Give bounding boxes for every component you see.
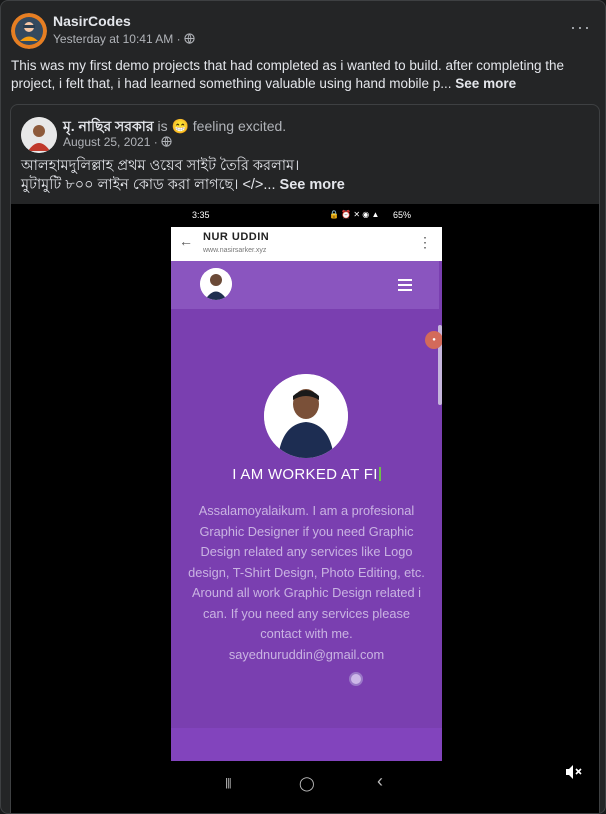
hero-email[interactable]: sayednuruddin@gmail.com — [181, 645, 432, 666]
browser-menu-icon[interactable]: ⋮ — [418, 234, 432, 251]
shared-feeling: feeling excited. — [192, 118, 287, 134]
website-content: ● I AM WORKED AT FI Assalamoyalaikum. I … — [171, 261, 442, 761]
post-timestamp[interactable]: Yesterday at 10:41 AM — [53, 32, 173, 46]
floating-bubble-icon[interactable]: ● — [425, 331, 442, 349]
shared-post[interactable]: মৃ. নাছির সরকার is 😁 feeling excited. Au… — [10, 104, 600, 813]
post-card: NasirCodes Yesterday at 10:41 AM · ··· T… — [0, 0, 606, 814]
globe-icon — [184, 33, 195, 44]
shared-author-name[interactable]: মৃ. নাছির সরকার — [63, 118, 154, 134]
browser-title: NUR UDDIN — [203, 231, 270, 243]
shared-header: মৃ. নাছির সরকার is 😁 feeling excited. Au… — [21, 113, 581, 153]
post-header: NasirCodes Yesterday at 10:41 AM · ··· — [11, 11, 591, 51]
shared-author-avatar[interactable] — [21, 117, 57, 153]
phone-status-bar: 3:35 🔒 ⏰ ✕ ◉ ▲ 65% — [171, 210, 442, 226]
hamburger-menu-icon[interactable] — [398, 279, 412, 291]
hero-description: Assalamoyalaikum. I am a profesional Gra… — [181, 501, 432, 665]
shared-meta: August 25, 2021 · — [63, 135, 172, 149]
status-time: 3:35 — [192, 210, 210, 220]
author-name[interactable]: NasirCodes — [53, 13, 131, 29]
meta-separator: · — [176, 32, 181, 46]
hero-profile-photo — [264, 374, 348, 458]
hero-title: I AM WORKED AT FI — [171, 466, 442, 483]
post-more-button[interactable]: ··· — [570, 17, 591, 38]
site-logo-avatar[interactable] — [200, 268, 232, 300]
see-more-link[interactable]: See more — [455, 76, 516, 91]
nav-back-icon[interactable]: ‹ — [377, 771, 383, 792]
post-meta: Yesterday at 10:41 AM · — [53, 32, 195, 46]
speaker-muted-icon[interactable] — [565, 764, 583, 784]
phone-nav-bar: ||| ◯ ‹ — [171, 761, 442, 813]
shared-line-1: আলহামদুলিল্লাহ প্রথম ওয়েব সাইট তৈরি করল… — [21, 158, 300, 174]
hero-title-text: I AM WORKED AT FI — [232, 466, 378, 483]
shared-line-2-wrap: মুটামুটি ৮০০ লাইন কোড করা লাগছে। </>... … — [21, 176, 581, 195]
site-navbar — [171, 261, 439, 309]
battery-level: 65% — [393, 210, 412, 220]
shared-line-2: মুটামুটি ৮০০ লাইন কোড করা লাগছে। </>... — [21, 177, 276, 193]
home-icon[interactable]: ◯ — [299, 775, 315, 792]
browser-url: www.nasirsarker.xyz — [203, 247, 267, 254]
browser-bar: ← NUR UDDIN www.nasirsarker.xyz ⋮ — [171, 227, 442, 261]
status-icons: 🔒 ⏰ ✕ ◉ ▲ — [329, 210, 380, 219]
shared-date[interactable]: August 25, 2021 — [63, 135, 150, 149]
hero-desc-text: Assalamoyalaikum. I am a profesional Gra… — [188, 503, 425, 641]
browser-back-icon[interactable]: ← — [179, 233, 193, 249]
recent-apps-icon[interactable]: ||| — [225, 777, 232, 789]
shared-see-more-link[interactable]: See more — [280, 177, 345, 193]
shared-is: is — [157, 118, 168, 134]
shared-text: আলহামদুলিল্লাহ প্রথম ওয়েব সাইট তৈরি করল… — [21, 157, 581, 195]
typing-cursor — [378, 467, 381, 481]
globe-icon — [161, 136, 172, 147]
site-footer — [171, 728, 442, 761]
post-text: This was my first demo projects that had… — [11, 57, 591, 93]
feeling-emoji-icon: 😁 — [171, 118, 189, 134]
author-avatar[interactable] — [11, 13, 47, 49]
video-player[interactable]: 3:35 🔒 ⏰ ✕ ◉ ▲ 65% ← NUR UDDIN www.nasir… — [11, 204, 599, 813]
touch-indicator — [349, 672, 363, 686]
phone-screen: 3:35 🔒 ⏰ ✕ ◉ ▲ 65% ← NUR UDDIN www.nasir… — [171, 204, 442, 813]
shared-meta-separator: · — [153, 135, 158, 149]
